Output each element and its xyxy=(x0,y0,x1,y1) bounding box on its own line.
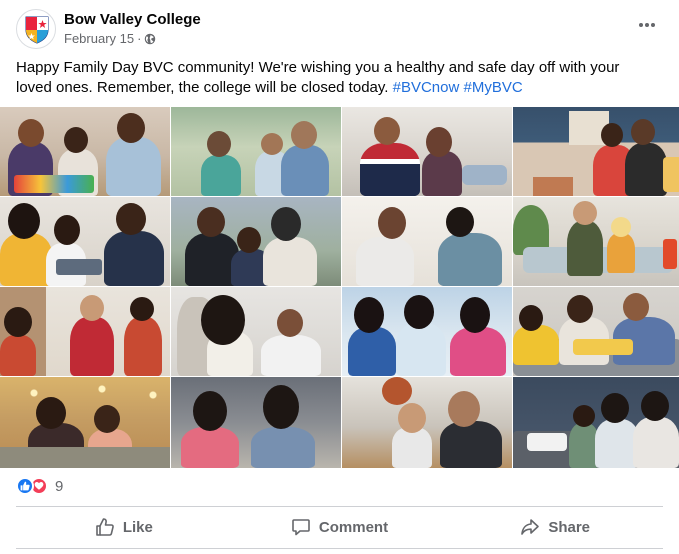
photo-tile[interactable] xyxy=(513,197,679,286)
photo-tile[interactable] xyxy=(342,377,512,468)
meta-separator: · xyxy=(137,31,142,46)
like-button[interactable]: Like xyxy=(16,508,232,546)
photo-tile[interactable] xyxy=(0,287,170,376)
dot xyxy=(639,23,643,27)
thumbs-up-icon xyxy=(96,518,114,536)
divider xyxy=(16,506,663,507)
post-date[interactable]: February 15 xyxy=(64,31,134,46)
globe-icon xyxy=(145,33,156,44)
facebook-post: Bow Valley College February 15 · Happy F… xyxy=(0,0,679,554)
photo-tile[interactable] xyxy=(171,377,341,468)
photo-tile[interactable] xyxy=(171,107,341,196)
photo-tile[interactable] xyxy=(0,107,170,196)
photo-tile[interactable] xyxy=(342,287,512,376)
photo-tile[interactable] xyxy=(0,377,170,468)
photo-tile[interactable] xyxy=(342,107,512,196)
post-meta: February 15 · xyxy=(64,31,156,46)
comment-icon xyxy=(292,519,310,536)
like-reaction-icon xyxy=(16,477,34,495)
photo-tile[interactable] xyxy=(171,197,341,286)
photo-grid xyxy=(0,107,679,468)
photo-tile[interactable] xyxy=(0,197,170,286)
photo-tile[interactable] xyxy=(513,107,679,196)
post-actions: Like Comment Share xyxy=(16,508,663,546)
photo-tile[interactable] xyxy=(171,287,341,376)
reactions-summary[interactable]: 9 xyxy=(16,476,63,496)
photo-tile[interactable] xyxy=(513,287,679,376)
reaction-count: 9 xyxy=(55,477,64,495)
page-name[interactable]: Bow Valley College xyxy=(64,11,201,28)
hashtag-mybvc[interactable]: #MyBVC xyxy=(463,79,522,96)
dot xyxy=(651,23,655,27)
page-avatar[interactable] xyxy=(16,9,56,49)
comment-button[interactable]: Comment xyxy=(232,508,448,546)
divider xyxy=(16,548,663,549)
post-header: Bow Valley College February 15 · xyxy=(16,9,663,53)
share-label: Share xyxy=(548,518,591,536)
dot xyxy=(645,23,649,27)
like-label: Like xyxy=(122,518,153,536)
more-options-icon[interactable] xyxy=(631,13,663,37)
hashtag-bvcnow[interactable]: #BVCnow xyxy=(393,79,460,96)
college-logo-icon xyxy=(25,16,49,44)
photo-tile[interactable] xyxy=(513,377,679,468)
photo-tile[interactable] xyxy=(342,197,512,286)
share-icon xyxy=(521,519,540,535)
share-button[interactable]: Share xyxy=(447,508,663,546)
post-message-text: Happy Family Day BVC community! We're wi… xyxy=(16,59,620,96)
post-message: Happy Family Day BVC community! We're wi… xyxy=(16,58,656,98)
comment-label: Comment xyxy=(318,518,389,536)
